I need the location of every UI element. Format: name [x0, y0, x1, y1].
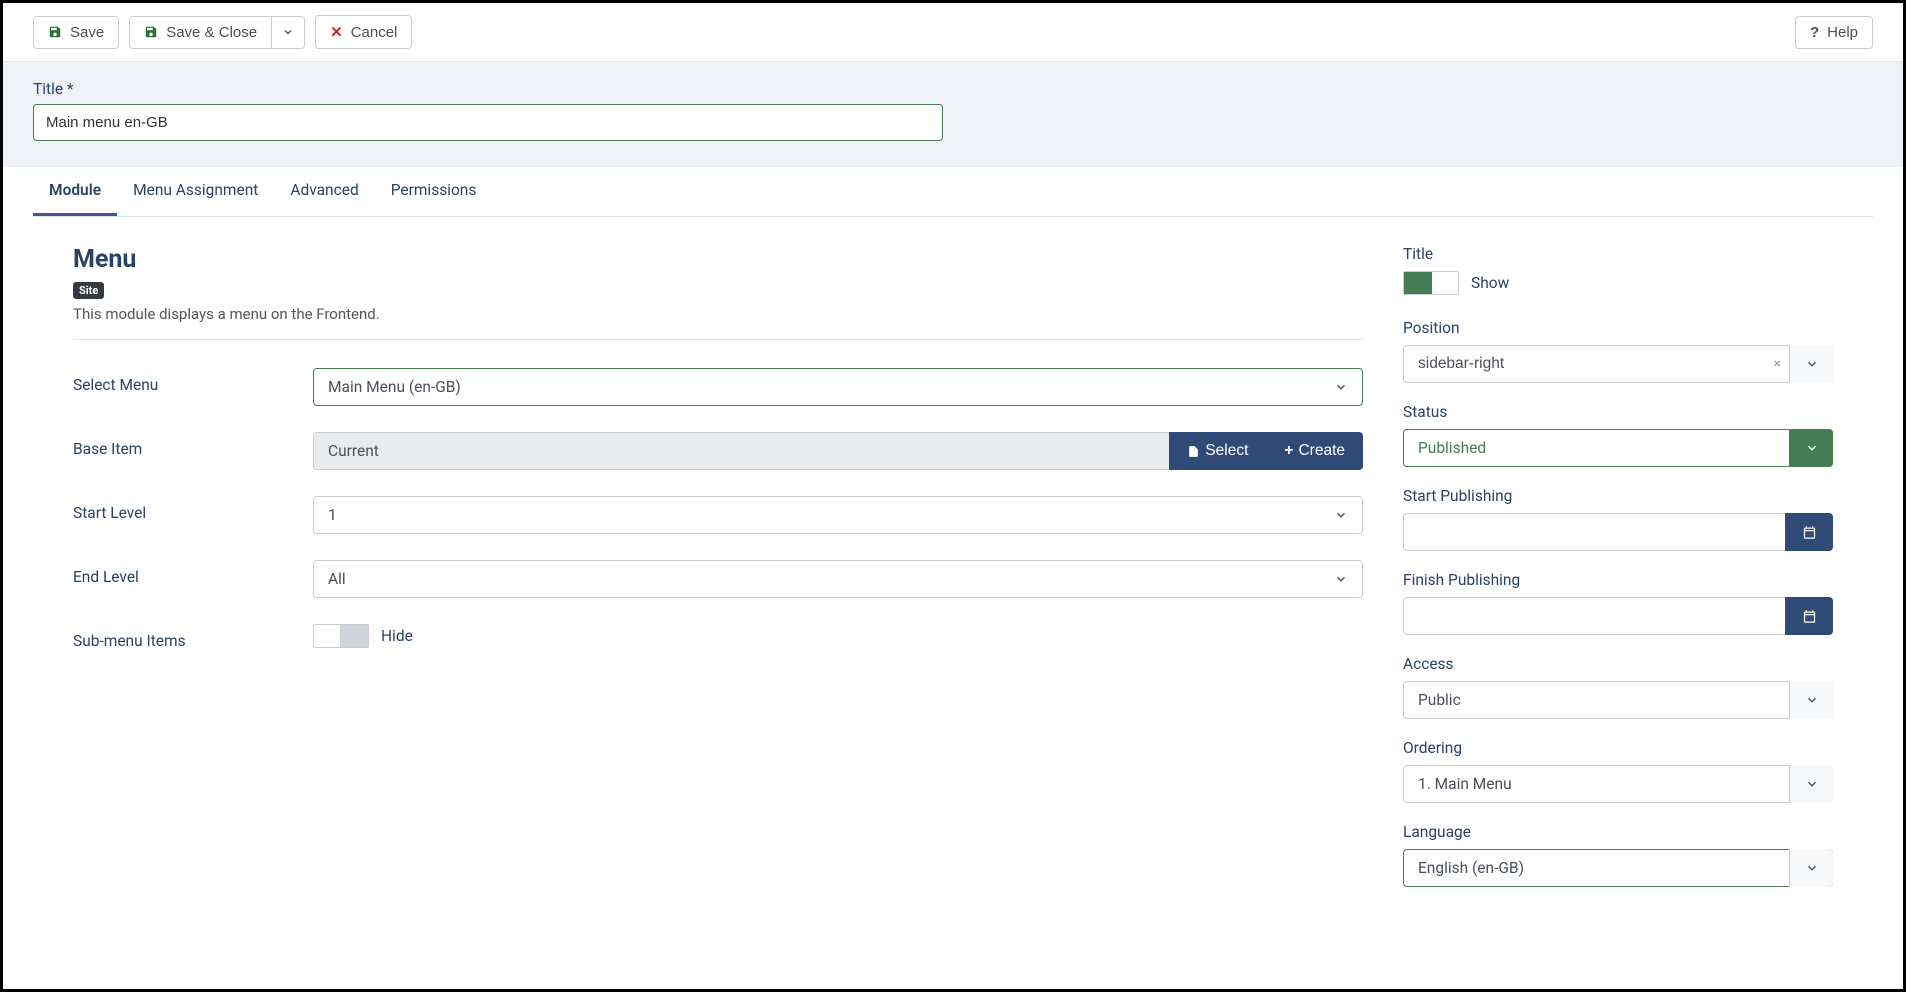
calendar-icon	[1802, 525, 1817, 540]
base-item-label: Base Item	[73, 432, 313, 458]
clear-icon[interactable]: ×	[1774, 356, 1781, 372]
save-icon	[48, 25, 62, 39]
access-wrap: Public	[1403, 681, 1833, 719]
module-description: This module displays a menu on the Front…	[73, 305, 1363, 323]
select-menu-field[interactable]: Main Menu (en-GB)	[313, 368, 1363, 406]
select-label: Select	[1205, 442, 1248, 460]
start-level-field[interactable]: 1	[313, 496, 1363, 534]
status-label: Status	[1403, 403, 1833, 421]
ordering-field[interactable]: 1. Main Menu	[1403, 765, 1833, 803]
save-close-label: Save & Close	[166, 24, 257, 41]
submenu-toggle-label: Hide	[381, 627, 413, 645]
ordering-label: Ordering	[1403, 739, 1833, 757]
tab-module[interactable]: Module	[33, 167, 117, 216]
file-icon	[1187, 444, 1200, 459]
help-button[interactable]: ? Help	[1795, 16, 1873, 49]
select-button[interactable]: Select	[1169, 432, 1266, 470]
create-button[interactable]: + Create	[1266, 432, 1363, 470]
base-item-value: Current	[313, 432, 1169, 470]
plus-icon: +	[1284, 442, 1293, 460]
module-heading: Menu	[73, 245, 1363, 274]
chevron-down-icon	[282, 26, 294, 38]
content: Menu Site This module displays a menu on…	[33, 217, 1873, 915]
language-field[interactable]: English (en-GB)	[1403, 849, 1833, 887]
group-title-toggle: Title Show	[1403, 245, 1833, 299]
title-toggle-label: Title	[1403, 245, 1833, 263]
row-end-level: End Level All	[73, 560, 1363, 598]
group-position: Position ×	[1403, 319, 1833, 383]
help-icon: ?	[1810, 24, 1819, 41]
start-pub-field[interactable]	[1403, 513, 1785, 551]
main-area: Module Menu Assignment Advanced Permissi…	[33, 167, 1873, 915]
language-label: Language	[1403, 823, 1833, 841]
start-level-label: Start Level	[73, 496, 313, 522]
submenu-label: Sub-menu Items	[73, 624, 313, 650]
group-ordering: Ordering 1. Main Menu	[1403, 739, 1833, 803]
toolbar-right: ? Help	[1795, 16, 1873, 49]
title-toggle-group: Show	[1403, 271, 1509, 295]
start-pub-calendar-button[interactable]	[1785, 513, 1833, 551]
save-icon	[144, 25, 158, 39]
start-pub-label: Start Publishing	[1403, 487, 1833, 505]
create-label: Create	[1298, 442, 1345, 460]
group-status: Status Published	[1403, 403, 1833, 467]
cancel-label: Cancel	[351, 24, 398, 41]
group-finish-publishing: Finish Publishing	[1403, 571, 1833, 635]
cancel-button[interactable]: ✕ Cancel	[315, 15, 412, 49]
divider	[73, 339, 1363, 340]
row-submenu: Sub-menu Items Hide	[73, 624, 1363, 652]
save-close-button[interactable]: Save & Close	[129, 16, 272, 49]
row-select-menu: Select Menu Main Menu (en-GB)	[73, 368, 1363, 406]
end-level-label: End Level	[73, 560, 313, 586]
start-pub-wrap	[1403, 513, 1833, 551]
select-menu-label: Select Menu	[73, 368, 313, 394]
col-right: Title Show Position × Status	[1403, 245, 1833, 907]
toolbar-left: Save Save & Close ✕ Cancel	[33, 15, 412, 49]
cancel-icon: ✕	[330, 23, 343, 41]
title-label: Title *	[33, 80, 1873, 98]
save-dropdown-button[interactable]	[272, 16, 305, 49]
status-wrap: Published	[1403, 429, 1833, 467]
help-label: Help	[1827, 24, 1858, 41]
tab-permissions[interactable]: Permissions	[375, 167, 493, 216]
group-language: Language English (en-GB)	[1403, 823, 1833, 887]
finish-pub-label: Finish Publishing	[1403, 571, 1833, 589]
row-start-level: Start Level 1	[73, 496, 1363, 534]
title-input[interactable]	[33, 104, 943, 141]
finish-pub-calendar-button[interactable]	[1785, 597, 1833, 635]
save-button[interactable]: Save	[33, 16, 119, 49]
calendar-icon	[1802, 609, 1817, 624]
select-menu-wrap: Main Menu (en-GB)	[313, 368, 1363, 406]
start-level-wrap: 1	[313, 496, 1363, 534]
status-field[interactable]: Published	[1403, 429, 1833, 467]
save-label: Save	[70, 24, 104, 41]
finish-pub-wrap	[1403, 597, 1833, 635]
position-label: Position	[1403, 319, 1833, 337]
title-toggle-value: Show	[1471, 274, 1509, 292]
end-level-wrap: All	[313, 560, 1363, 598]
tab-menu-assignment[interactable]: Menu Assignment	[117, 167, 274, 216]
group-access: Access Public	[1403, 655, 1833, 719]
ordering-wrap: 1. Main Menu	[1403, 765, 1833, 803]
tab-advanced[interactable]: Advanced	[274, 167, 374, 216]
row-base-item: Base Item Current Select + Create	[73, 432, 1363, 470]
access-field[interactable]: Public	[1403, 681, 1833, 719]
submenu-toggle[interactable]	[313, 624, 369, 648]
base-item-field-group: Current Select + Create	[313, 432, 1363, 470]
title-toggle[interactable]	[1403, 271, 1459, 295]
group-start-publishing: Start Publishing	[1403, 487, 1833, 551]
finish-pub-field[interactable]	[1403, 597, 1785, 635]
end-level-field[interactable]: All	[313, 560, 1363, 598]
save-close-group: Save & Close	[129, 16, 305, 49]
position-field[interactable]	[1403, 345, 1833, 383]
access-label: Access	[1403, 655, 1833, 673]
submenu-toggle-group: Hide	[313, 624, 413, 648]
position-wrap: ×	[1403, 345, 1833, 383]
header-area: Title *	[3, 62, 1903, 167]
toolbar: Save Save & Close ✕ Cancel ? Help	[3, 3, 1903, 62]
language-wrap: English (en-GB)	[1403, 849, 1833, 887]
col-left: Menu Site This module displays a menu on…	[73, 245, 1363, 907]
tabs: Module Menu Assignment Advanced Permissi…	[33, 167, 1873, 217]
site-badge: Site	[73, 282, 104, 299]
